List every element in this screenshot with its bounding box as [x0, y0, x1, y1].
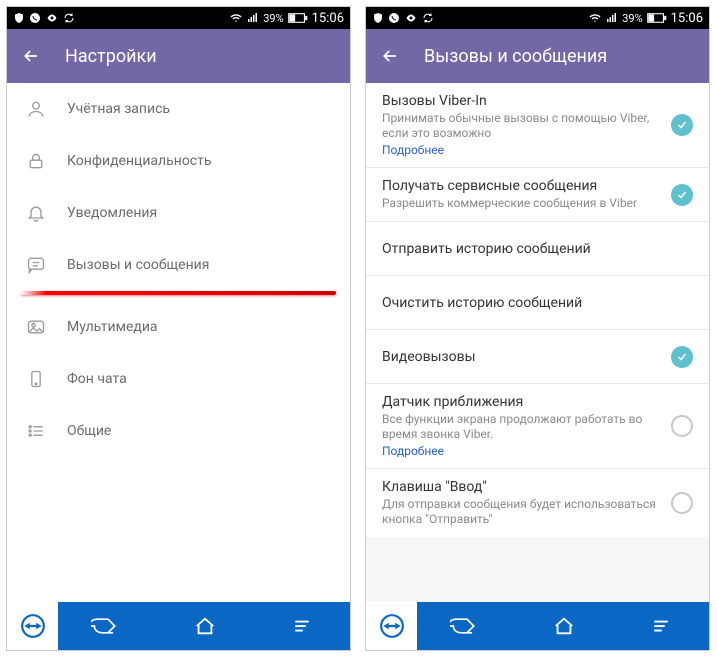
menu-label: Уведомления	[67, 205, 157, 221]
checkbox-on-icon[interactable]	[671, 184, 693, 206]
menu-label: Вызовы и сообщения	[67, 257, 209, 273]
menu-label: Фон чата	[67, 371, 127, 387]
user-icon	[25, 98, 47, 120]
row-title: Датчик приближения	[382, 394, 661, 410]
signal-icon	[606, 12, 618, 24]
row-link[interactable]: Подробнее	[382, 143, 661, 157]
menu-item-notifications[interactable]: Уведомления	[7, 187, 350, 239]
menu-item-multimedia[interactable]: Мультимедиа	[7, 301, 350, 353]
menu-label: Общие	[67, 423, 111, 439]
clock: 15:06	[671, 11, 703, 26]
nav-recent-button[interactable]	[253, 602, 350, 650]
checkbox-on-icon[interactable]	[671, 346, 693, 368]
viber-icon	[29, 12, 41, 24]
nav-bar	[366, 602, 709, 650]
row-clear-history[interactable]: Очистить историю сообщений	[366, 276, 709, 330]
menu-item-privacy[interactable]: Конфиденциальность	[7, 135, 350, 187]
chat-icon	[25, 254, 47, 276]
eye-icon	[404, 12, 418, 24]
list-icon	[25, 420, 47, 442]
back-icon[interactable]	[21, 46, 41, 66]
row-title: Отправить историю сообщений	[382, 241, 693, 257]
shield-icon	[13, 12, 25, 24]
teamviewer-icon[interactable]	[366, 602, 418, 650]
page-title: Вызовы и сообщения	[424, 46, 607, 67]
viber-icon	[388, 12, 400, 24]
menu-item-calls-messages[interactable]: Вызовы и сообщения	[7, 239, 350, 291]
nav-back-button[interactable]	[418, 602, 515, 650]
phone-right: 39% 15:06 Вызовы и сообщения Вызовы Vibe…	[365, 6, 710, 651]
bell-icon	[25, 202, 47, 224]
page-title: Настройки	[65, 46, 157, 67]
row-send-history[interactable]: Отправить историю сообщений	[366, 222, 709, 276]
shield-icon	[372, 12, 384, 24]
menu-item-general[interactable]: Общие	[7, 405, 350, 457]
battery-text: 39%	[263, 12, 283, 25]
row-subtitle: Для отправки сообщения будет использоват…	[382, 497, 661, 527]
menu-item-account[interactable]: Учётная запись	[7, 83, 350, 135]
battery-icon	[647, 12, 667, 24]
teamviewer-icon[interactable]	[7, 602, 59, 650]
row-title: Клавиша "Ввод"	[382, 479, 661, 495]
row-enter-key[interactable]: Клавиша "Ввод" Для отправки сообщения бу…	[366, 469, 709, 537]
row-subtitle: Разрешить коммерческие сообщения в Viber	[382, 196, 661, 211]
clock: 15:06	[312, 11, 344, 26]
settings-detail-list: Вызовы Viber-In Принимать обычные вызовы…	[366, 83, 709, 602]
row-video-calls[interactable]: Видеовызовы	[366, 330, 709, 384]
app-bar: Настройки	[7, 29, 350, 83]
menu-label: Мультимедиа	[67, 319, 158, 335]
app-bar: Вызовы и сообщения	[366, 29, 709, 83]
row-title: Получать сервисные сообщения	[382, 178, 661, 194]
settings-list: Учётная запись Конфиденциальность Уведом…	[7, 83, 350, 602]
checkbox-on-icon[interactable]	[671, 114, 693, 136]
row-title: Очистить историю сообщений	[382, 295, 693, 311]
phone-left: 39% 15:06 Настройки Учётная запись Конфи…	[6, 6, 351, 651]
wifi-icon	[588, 12, 602, 24]
eye-icon	[45, 12, 59, 24]
nav-back-button[interactable]	[59, 602, 156, 650]
nav-home-button[interactable]	[156, 602, 253, 650]
sync-icon	[422, 12, 434, 24]
nav-home-button[interactable]	[515, 602, 612, 650]
row-title: Видеовызовы	[382, 349, 661, 365]
status-bar: 39% 15:06	[366, 7, 709, 29]
image-icon	[25, 316, 47, 338]
phone-rect-icon	[25, 368, 47, 390]
row-service-messages[interactable]: Получать сервисные сообщения Разрешить к…	[366, 168, 709, 222]
row-title: Вызовы Viber-In	[382, 93, 661, 109]
highlight-underline	[21, 291, 336, 295]
row-viber-in[interactable]: Вызовы Viber-In Принимать обычные вызовы…	[366, 83, 709, 168]
sync-icon	[63, 12, 75, 24]
row-proximity[interactable]: Датчик приближения Все функции экрана пр…	[366, 384, 709, 469]
row-link[interactable]: Подробнее	[382, 444, 661, 458]
nav-recent-button[interactable]	[612, 602, 709, 650]
nav-bar	[7, 602, 350, 650]
lock-icon	[25, 150, 47, 172]
checkbox-off-icon[interactable]	[671, 492, 693, 514]
wifi-icon	[229, 12, 243, 24]
menu-label: Учётная запись	[67, 101, 170, 117]
signal-icon	[247, 12, 259, 24]
battery-text: 39%	[622, 12, 642, 25]
row-subtitle: Принимать обычные вызовы с помощью Viber…	[382, 111, 661, 141]
menu-item-chat-background[interactable]: Фон чата	[7, 353, 350, 405]
checkbox-off-icon[interactable]	[671, 415, 693, 437]
back-icon[interactable]	[380, 46, 400, 66]
battery-icon	[288, 12, 308, 24]
status-bar: 39% 15:06	[7, 7, 350, 29]
row-subtitle: Все функции экрана продолжают работать в…	[382, 412, 661, 442]
menu-label: Конфиденциальность	[67, 153, 211, 169]
